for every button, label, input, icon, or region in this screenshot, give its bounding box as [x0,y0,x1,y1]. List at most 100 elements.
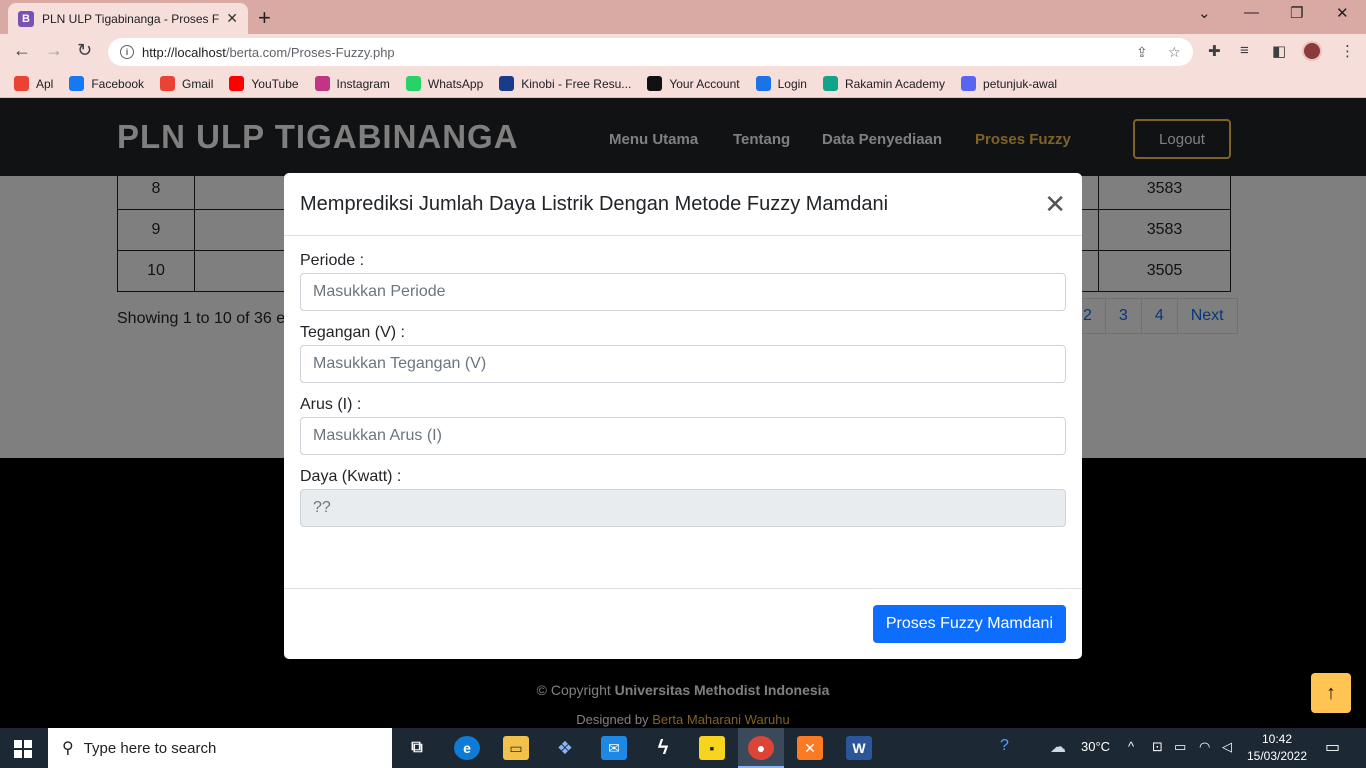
taskbar-search-placeholder: Type here to search [83,739,217,757]
bookmark-label: Facebook [91,76,145,91]
taskbar-search[interactable]: ⚲ Type here to search [48,728,392,768]
bootstrap-favicon-icon: B [18,10,34,27]
site-info-icon[interactable]: i [120,45,134,59]
periode-input[interactable] [300,273,1066,311]
kinobi-icon [499,76,515,91]
clock-time: 10:42 [1261,732,1293,746]
bookmark-item[interactable]: Your Account [647,76,740,91]
dropbox-icon[interactable]: ❖ [552,736,578,760]
task-view-icon[interactable]: ⧉ [404,736,430,760]
gmail-icon [160,76,176,91]
browser-tab[interactable]: B PLN ULP Tigabinanga - Proses Fu ✕ [8,3,248,34]
back-icon[interactable]: ← [13,40,31,61]
tegangan-label: Tegangan (V) : [300,324,405,341]
discord-icon [961,76,977,91]
bookmark-item[interactable]: Rakamin Academy [822,76,946,91]
arus-group: Arus (I) : [300,396,1066,455]
bookmark-star-icon[interactable]: ☆ [1168,44,1181,61]
restore-icon[interactable]: ❐ [1290,4,1303,22]
url-host: http://localhost [142,44,226,60]
daya-group: Daya (Kwatt) : [300,468,1066,527]
modal-title: Memprediksi Jumlah Daya Listrik Dengan M… [300,192,889,215]
modal-close-icon[interactable]: ✕ [1044,191,1066,217]
forward-icon[interactable]: → [45,40,63,61]
extensions-puzzle-icon[interactable]: ✚ [1208,42,1221,60]
modal-footer: Proses Fuzzy Mamdani [284,588,1082,659]
bookmark-label: Your Account [669,76,740,91]
youtube-icon [229,76,245,91]
amazon-icon [647,76,663,91]
window-close-icon[interactable]: ✕ [1336,4,1349,22]
daya-label: Daya (Kwatt) : [300,468,402,485]
weather-temp[interactable]: 30°C [1081,739,1110,754]
instagram-icon [314,76,330,91]
bookmark-label: Kinobi - Free Resu... [521,76,632,91]
bookmark-label: petunjuk-awal [983,76,1058,91]
facebook-icon [69,76,85,91]
help-icon[interactable]: ? [1000,737,1009,755]
address-bar[interactable]: i http://localhost/berta.com/Proses-Fuzz… [108,38,1193,66]
xampp-icon[interactable]: ✕ [797,736,823,760]
sublime-text-icon[interactable]: ϟ [650,736,676,760]
daya-output [300,489,1066,527]
tab-search-chevron-icon[interactable]: ⌄ [1198,4,1211,22]
search-icon: ⚲ [62,740,74,757]
back-to-top-icon[interactable]: ↑ [1311,673,1351,713]
bookmark-label: WhatsApp [427,76,484,91]
bookmark-item[interactable]: WhatsApp [405,76,484,91]
file-explorer-icon[interactable]: ▭ [503,736,529,760]
bookmark-item[interactable]: Gmail [160,76,213,91]
bookmark-item[interactable]: Instagram [314,76,390,91]
wifi-icon[interactable]: ◠ [1199,739,1210,755]
edge-icon[interactable]: e [454,736,480,760]
minimize-icon[interactable]: — [1244,4,1259,21]
windows-taskbar: ⚲ Type here to search ⧉ e ▭ ❖ ✉ ϟ ▪ ● ✕ … [0,728,1366,768]
proses-fuzzy-mamdani-button[interactable]: Proses Fuzzy Mamdani [872,605,1066,643]
reading-list-icon[interactable]: ≡ [1240,42,1249,59]
browser-tab-strip: B PLN ULP Tigabinanga - Proses Fu ✕ + ⌄ … [0,0,1366,34]
new-tab-icon[interactable]: + [258,5,271,31]
browser-menu-icon[interactable]: ⋮ [1340,42,1355,60]
bookmark-item[interactable]: YouTube [229,76,299,91]
arus-input[interactable] [300,417,1066,455]
chrome-icon[interactable]: ● [748,736,774,760]
bookmark-item[interactable]: petunjuk-awal [961,76,1057,91]
tab-close-icon[interactable]: ✕ [226,10,238,27]
tray-chevron-icon[interactable]: ^ [1128,739,1134,754]
bookmark-item[interactable]: Login [755,76,807,91]
profile-avatar[interactable] [1302,41,1322,61]
clock-date: 15/03/2022 [1246,749,1308,763]
apps-grid-icon [14,76,29,91]
reload-icon[interactable]: ↻ [77,40,92,61]
word-icon[interactable]: W [846,736,872,760]
bookmark-item[interactable]: Facebook [69,76,144,91]
windows-start-icon[interactable] [14,740,32,758]
meet-now-icon[interactable]: ⊡ [1152,739,1163,755]
web-page: 614201820/07/201820.81143491715201820/08… [0,98,1366,728]
modal-body: Periode : Tegangan (V) : Arus (I) : Daya… [284,236,1082,527]
weather-cloud-icon[interactable]: ☁ [1050,737,1066,757]
whatsapp-icon [405,76,421,91]
bookmark-label: Login [777,76,807,91]
periode-label: Periode : [300,252,365,269]
sticky-notes-icon[interactable]: ▪ [699,736,725,760]
notifications-icon[interactable]: ▭ [1325,737,1340,757]
volume-icon[interactable]: ◁ [1222,739,1232,755]
bookmark-label: YouTube [251,76,299,91]
bookmark-item[interactable]: Apl [14,76,53,91]
battery-icon[interactable]: ▭ [1174,739,1186,755]
periode-group: Periode : [300,252,1066,311]
bookmark-item[interactable]: Kinobi - Free Resu... [499,76,631,91]
bookmark-label: Gmail [182,76,214,91]
tegangan-group: Tegangan (V) : [300,324,1066,383]
tegangan-input[interactable] [300,345,1066,383]
share-icon[interactable]: ⇪ [1136,44,1148,61]
rakamin-icon [822,76,838,91]
system-clock[interactable]: 10:42 15/03/2022 [1244,731,1310,765]
url-path: /berta.com/Proses-Fuzzy.php [225,44,395,60]
mail-icon[interactable]: ✉ [601,736,627,760]
fuzzy-modal: Memprediksi Jumlah Daya Listrik Dengan M… [284,173,1082,659]
arus-label: Arus (I) : [300,396,362,413]
bookmark-label: Rakamin Academy [844,76,946,91]
side-panel-icon[interactable]: ◧ [1272,42,1286,60]
